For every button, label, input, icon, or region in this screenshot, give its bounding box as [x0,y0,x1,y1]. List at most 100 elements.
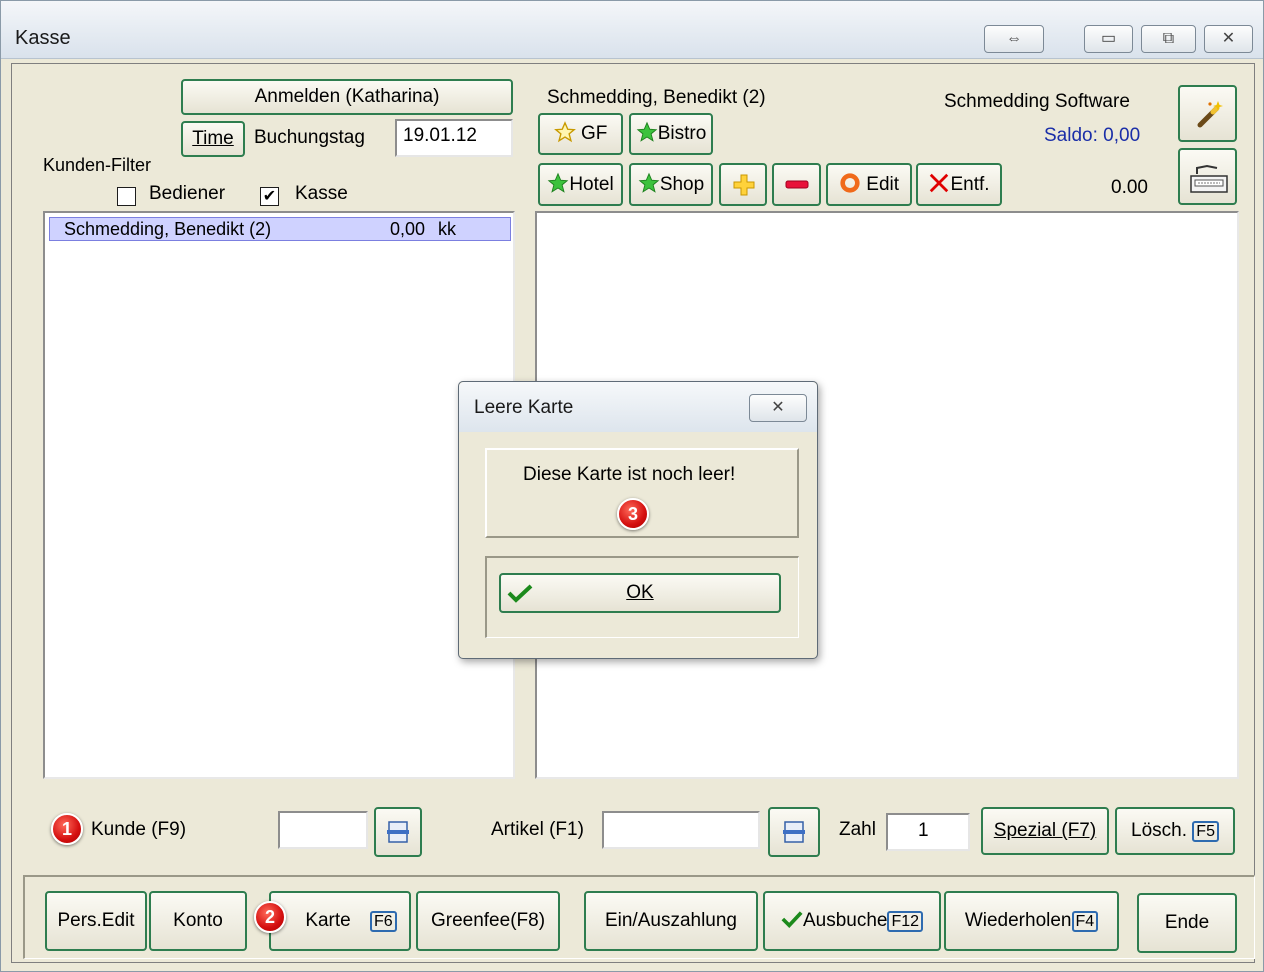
konto-button[interactable]: Konto [149,891,247,951]
spezial-label: Spezial (F7) [993,820,1097,841]
list-lookup-icon [387,821,409,843]
hotel-label: Hotel [569,174,614,195]
green-star-icon [636,121,658,142]
window-title: Kasse [15,27,71,49]
artikel-input[interactable] [602,811,760,849]
wand-button[interactable] [1178,85,1237,142]
leere-karte-dialog: Leere Karte ✕ Diese Karte ist noch leer!… [458,381,818,659]
customer-amount: 0,00 [390,219,426,239]
window-titlebar[interactable]: Kasse ⇔ ▭ ⧉ ✕ [1,1,1263,59]
plus-icon [733,174,755,196]
wiederholen-key-badge: F4 [1071,911,1099,932]
gf-label: GF [580,123,608,144]
entf-label: Entf. [950,174,990,195]
kasse-window: Kasse ⇔ ▭ ⧉ ✕ Anmelden (Katharina) Time … [0,0,1264,972]
kasse-label: Kasse [295,183,348,204]
customer-code: kk [438,219,456,239]
check-mark-icon: ✔ [262,188,277,205]
zahl-input[interactable]: 1 [886,813,970,851]
ausbuche-button[interactable]: Ausbuche F12 [763,891,941,951]
minus-icon [785,180,809,189]
shop-label: Shop [659,174,705,195]
swap-window-button[interactable]: ⇔ [984,25,1044,53]
kasse-checkbox[interactable]: ✔ [260,187,279,206]
marker-badge-1: 1 [51,813,83,845]
pers-edit-button[interactable]: Pers.Edit [45,891,147,951]
minimize-button[interactable]: ▭ [1084,25,1133,53]
green-star-icon [547,172,569,193]
customer-name: Schmedding, Benedikt (2) [64,219,272,239]
zahl-label: Zahl [839,819,876,840]
buchungstag-field[interactable]: 19.01.12 [395,119,513,157]
loesch-label: Lösch. [1131,820,1188,841]
magic-wand-icon [1197,101,1223,128]
green-star-icon [638,172,660,193]
green-check-icon [507,584,533,603]
register-button[interactable] [1178,148,1237,205]
edit-button[interactable]: Edit [826,163,912,206]
dialog-message: Diese Karte ist noch leer! [523,464,736,485]
spezial-button[interactable]: Spezial (F7) [981,807,1109,855]
ok-label: OK [626,582,654,603]
dialog-close-button[interactable]: ✕ [749,394,807,422]
cash-register-icon [1190,164,1228,193]
remove-button[interactable] [772,163,821,206]
kunde-lookup-button[interactable] [374,807,422,857]
star-outline-icon [553,121,576,143]
customer-list[interactable]: Schmedding, Benedikt (2) 0,00 kk [43,211,515,779]
kunde-label: Kunde (F9) [91,819,187,840]
marker-badge-3: 3 [617,498,649,530]
loesch-key-badge: F5 [1192,821,1219,842]
artikel-label: Artikel (F1) [491,819,584,840]
close-icon: ✕ [771,399,785,416]
bistro-button[interactable]: Bistro [629,113,713,155]
buchungstag-label: Buchungstag [254,127,365,148]
karte-label: Karte [305,910,351,931]
ausbuche-key-badge: F12 [887,911,924,932]
swap-arrows-icon: ⇔ [1006,30,1022,47]
ok-button[interactable]: OK [499,573,781,613]
minimize-icon: ▭ [1100,30,1117,47]
dialog-titlebar[interactable]: Leere Karte ✕ [459,382,817,432]
edit-ring-icon [840,173,860,193]
hotel-button[interactable]: Hotel [538,163,623,206]
bistro-label: Bistro [657,123,707,144]
list-lookup-icon [783,821,805,843]
close-button[interactable]: ✕ [1204,25,1253,53]
delete-entry-button[interactable]: Entf. [916,163,1002,206]
kunden-filter-label: Kunden-Filter [43,155,152,175]
bediener-checkbox[interactable] [117,187,136,206]
greenfee-button[interactable]: Greenfee(F8) [416,891,560,951]
ende-button[interactable]: Ende [1137,893,1237,953]
ein-auszahlung-button[interactable]: Ein/Auszahlung [584,891,758,951]
time-button[interactable]: Time [181,121,245,157]
dialog-title: Leere Karte [474,397,574,418]
login-button[interactable]: Anmelden (Katharina) [181,79,513,115]
saldo-value: Saldo: 0,00 [1044,125,1141,146]
wiederholen-button[interactable]: Wiederholen F4 [944,891,1119,951]
green-check-icon [781,911,803,929]
close-icon: ✕ [1221,30,1236,47]
edit-label: Edit [866,174,900,195]
wiederholen-label: Wiederholen [964,910,1072,931]
zahl-value: 1 [918,820,929,841]
red-x-icon [930,173,949,193]
buchungstag-value: 19.01.12 [403,125,477,146]
kunde-input[interactable] [278,811,368,849]
maximize-button[interactable]: ⧉ [1141,25,1196,53]
add-button[interactable] [719,163,767,206]
shop-button[interactable]: Shop [629,163,713,206]
artikel-lookup-button[interactable] [768,807,820,857]
selected-customer-title: Schmedding, Benedikt (2) [547,87,766,108]
maximize-icon: ⧉ [1162,30,1175,47]
list-item[interactable]: Schmedding, Benedikt (2) 0,00 kk [49,217,511,241]
time-button-label: Time [192,128,234,149]
karte-button[interactable]: Karte F6 [269,891,411,951]
loesch-button[interactable]: Lösch. F5 [1115,807,1235,855]
bediener-label: Bediener [149,183,226,204]
karte-key-badge: F6 [370,911,397,932]
marker-badge-2: 2 [254,901,286,933]
company-name: Schmedding Software [944,91,1130,112]
gf-button[interactable]: GF [538,113,623,155]
ausbuche-label: Ausbuche [802,910,888,931]
